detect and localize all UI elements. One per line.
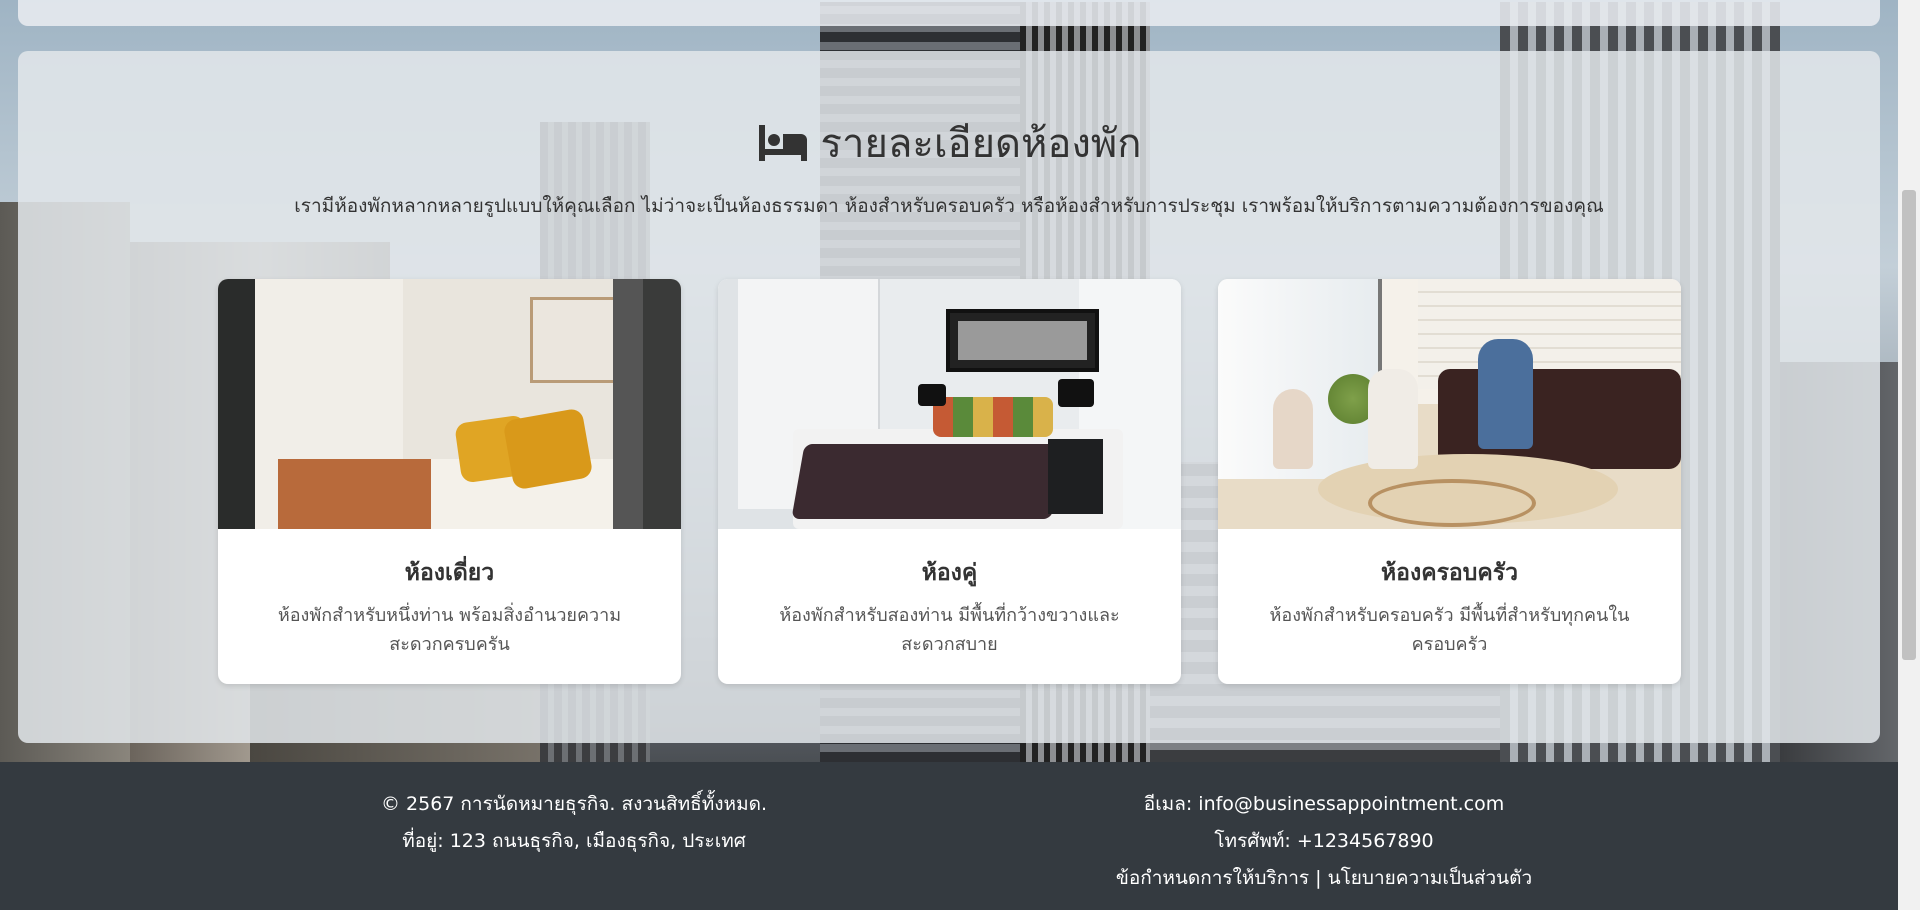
rooms-section-subtitle: เรามีห้องพักหลากหลายรูปแบบให้คุณเลือก ไม… xyxy=(294,195,1604,217)
room-card-description: ห้องพักสำหรับสองท่าน มีพื้นที่กว้างขวางแ… xyxy=(779,605,1120,655)
footer-right-column: อีเมล: info@businessappointment.com โทรศ… xyxy=(1074,786,1574,897)
footer-links: ข้อกำหนดการให้บริการ | นโยบายความเป็นส่ว… xyxy=(1074,860,1574,897)
room-card-name: ห้องคู่ xyxy=(921,560,978,586)
footer: © 2567 การนัดหมายธุรกิจ. สงวนสิทธิ์ทั้งห… xyxy=(0,762,1920,910)
privacy-link[interactable]: นโยบายความเป็นส่วนตัว xyxy=(1328,867,1533,889)
room-card-name: ห้องครอบครัว xyxy=(1380,560,1518,586)
footer-left-column: © 2567 การนัดหมายธุรกิจ. สงวนสิทธิ์ทั้งห… xyxy=(330,786,818,860)
room-card-description: ห้องพักสำหรับครอบครัว มีพื้นที่สำหรับทุก… xyxy=(1269,605,1630,655)
room-card-description: ห้องพักสำหรับหนึ่งท่าน พร้อมสิ่งอำนวยควา… xyxy=(277,605,622,655)
scrollbar-thumb[interactable] xyxy=(1902,190,1916,660)
footer-address: ที่อยู่: 123 ถนนธุรกิจ, เมืองธุรกิจ, ประ… xyxy=(402,830,746,852)
bed-icon xyxy=(758,125,807,161)
footer-phone: โทรศัพท์: +1234567890 xyxy=(1214,830,1434,852)
footer-email: อีเมล: info@businessappointment.com xyxy=(1143,793,1505,815)
page-scrollbar[interactable] xyxy=(1898,0,1920,910)
rooms-section-title: รายละเอียดห้องพัก xyxy=(18,111,1880,175)
room-card-name: ห้องเดี่ยว xyxy=(404,560,495,586)
room-card-family[interactable]: ห้องครอบครัว ห้องพักสำหรับครอบครัว มีพื้… xyxy=(1218,279,1681,684)
rooms-section: รายละเอียดห้องพัก เรามีห้องพักหลากหลายรู… xyxy=(18,51,1880,743)
footer-copyright: © 2567 การนัดหมายธุรกิจ. สงวนสิทธิ์ทั้งห… xyxy=(381,793,767,815)
rooms-section-title-text: รายละเอียดห้องพัก xyxy=(820,121,1142,167)
single-room-image xyxy=(218,279,681,529)
previous-section-card xyxy=(18,0,1880,26)
room-cards: ห้องเดี่ยว ห้องพักสำหรับหนึ่งท่าน พร้อมส… xyxy=(218,279,1681,684)
terms-link[interactable]: ข้อกำหนดการให้บริการ xyxy=(1116,867,1309,889)
footer-link-separator: | xyxy=(1315,867,1322,889)
room-card-single[interactable]: ห้องเดี่ยว ห้องพักสำหรับหนึ่งท่าน พร้อมส… xyxy=(218,279,681,684)
room-card-double[interactable]: ห้องคู่ ห้องพักสำหรับสองท่าน มีพื้นที่กว… xyxy=(718,279,1181,684)
family-room-image xyxy=(1218,279,1681,529)
double-room-image xyxy=(718,279,1181,529)
